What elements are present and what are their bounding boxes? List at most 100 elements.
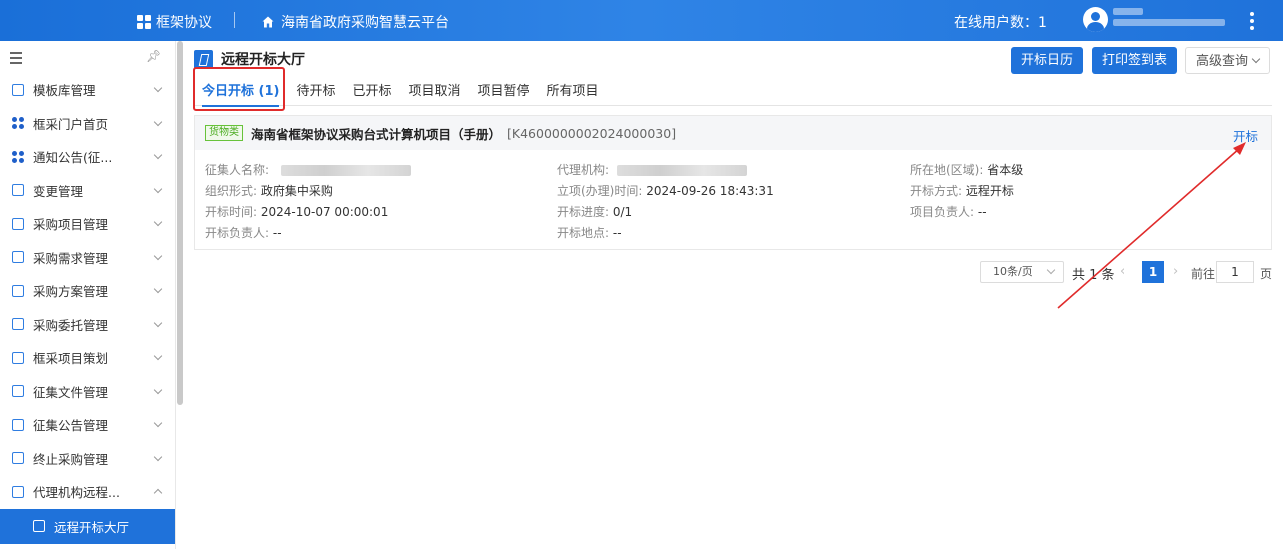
field-progress: 开标进度: 0/1 bbox=[557, 203, 632, 220]
tab[interactable]: 已开标 bbox=[344, 79, 399, 106]
open-bid-link[interactable]: 开标 bbox=[1233, 126, 1258, 145]
brand[interactable]: 框架协议 bbox=[137, 12, 212, 32]
next-page-icon[interactable]: › bbox=[1173, 264, 1178, 279]
project-card-header: 货物类 海南省框架协议采购台式计算机项目（手册） [K4600000002024… bbox=[195, 116, 1271, 150]
chevron-down-icon[interactable] bbox=[153, 150, 163, 160]
hall-icon bbox=[33, 520, 45, 532]
chevron-down-icon[interactable] bbox=[153, 184, 163, 193]
sidebar-item[interactable]: 采购需求管理 bbox=[0, 241, 175, 275]
sidebar-item[interactable]: 通知公告(征... bbox=[0, 140, 175, 174]
sidebar-item-label: 采购需求管理 bbox=[33, 250, 109, 266]
chevron-down-icon[interactable] bbox=[153, 284, 163, 294]
top-bar: 框架协议 海南省政府采购智慧云平台 在线用户数：1 bbox=[0, 0, 1283, 41]
sidebar-item-label: 框采项目策划 bbox=[33, 351, 109, 367]
field-label: 开标地点: bbox=[557, 226, 610, 240]
sidebar-item[interactable]: 征集公告管理 bbox=[0, 408, 175, 442]
goto-label: 前往 bbox=[1191, 267, 1216, 281]
doc-icon bbox=[12, 284, 24, 297]
platform-title[interactable]: 海南省政府采购智慧云平台 bbox=[262, 12, 449, 32]
sidebar-item[interactable]: 征集文件管理 bbox=[0, 375, 175, 409]
sidebar-scrollbar[interactable] bbox=[177, 41, 183, 405]
redacted-value bbox=[280, 165, 411, 176]
tab[interactable]: 所有项目 bbox=[539, 79, 607, 106]
user-name-redacted[interactable] bbox=[1113, 8, 1228, 32]
goto-page-input[interactable]: 1 bbox=[1216, 261, 1254, 283]
user-avatar[interactable] bbox=[1083, 7, 1108, 32]
dots-icon bbox=[12, 150, 24, 163]
doc-icon bbox=[12, 318, 24, 331]
sidebar-item-label: 采购委托管理 bbox=[33, 317, 109, 333]
chevron-up-icon[interactable] bbox=[153, 488, 163, 498]
page-title-icon bbox=[194, 49, 213, 69]
sidebar-item-remote-opening-hall[interactable]: 远程开标大厅 bbox=[0, 508, 175, 544]
page-number-current[interactable]: 1 bbox=[1142, 261, 1164, 283]
prev-page-icon[interactable]: ‹ bbox=[1120, 264, 1125, 279]
field-label: 项目负责人: bbox=[910, 205, 975, 219]
main-content: 远程开标大厅 开标日历 打印签到表 高级查询 今日开标 (1) 待开标 已开标 项目取… bbox=[186, 41, 1283, 549]
field-value: 0/1 bbox=[612, 205, 633, 219]
field-open-time: 开标时间: 2024-10-07 00:00:01 bbox=[205, 203, 388, 220]
field-setup-time: 立项(办理)时间: 2024-09-26 18:43:31 bbox=[557, 182, 774, 199]
category-tag: 货物类 bbox=[205, 125, 243, 141]
sidebar-item-label: 通知公告(征... bbox=[33, 150, 113, 166]
sidebar-item[interactable]: 框采门户首页 bbox=[0, 107, 175, 141]
change-icon bbox=[12, 184, 24, 197]
chevron-down-icon[interactable] bbox=[153, 351, 163, 361]
field-value: 2024-10-07 00:00:01 bbox=[260, 205, 389, 219]
field-agency: 代理机构: bbox=[557, 161, 747, 178]
tab[interactable]: 项目暂停 bbox=[470, 79, 538, 106]
sidebar-item-label: 征集文件管理 bbox=[33, 384, 109, 400]
sidebar-item[interactable]: 终止采购管理 bbox=[0, 442, 175, 476]
sidebar-item[interactable]: 采购方案管理 bbox=[0, 274, 175, 308]
advanced-search-label: 高级查询 bbox=[1196, 54, 1249, 69]
chevron-down-icon bbox=[1046, 265, 1056, 275]
chevron-down-icon[interactable] bbox=[153, 251, 163, 260]
pin-icon[interactable]: 📌︎ bbox=[146, 49, 161, 63]
sidebar-item[interactable]: 框采项目策划 bbox=[0, 341, 175, 375]
field-label: 组织形式: bbox=[205, 184, 258, 198]
sidebar-item-label: 采购方案管理 bbox=[33, 284, 109, 300]
field-project-leader: 项目负责人: -- bbox=[910, 203, 987, 220]
tab[interactable]: 今日开标 (1) bbox=[194, 79, 287, 107]
chevron-down-icon[interactable] bbox=[153, 318, 163, 327]
page-suffix: 页 bbox=[1260, 267, 1273, 281]
page-title: 远程开标大厅 bbox=[221, 52, 305, 68]
chevron-down-icon[interactable] bbox=[153, 217, 163, 227]
brand-label: 框架协议 bbox=[156, 15, 212, 31]
sidebar-item[interactable]: 采购委托管理 bbox=[0, 308, 175, 342]
doc-icon bbox=[12, 418, 24, 431]
sidebar-item-label: 模板库管理 bbox=[33, 83, 96, 99]
sidebar-item[interactable]: 变更管理 bbox=[0, 174, 175, 208]
field-open-leader: 开标负责人: -- bbox=[205, 224, 282, 241]
project-name: 海南省框架协议采购台式计算机项目（手册） bbox=[251, 126, 502, 142]
tab[interactable]: 项目取消 bbox=[401, 79, 469, 106]
chevron-down-icon[interactable] bbox=[153, 452, 163, 461]
field-value: 2024-09-26 18:43:31 bbox=[646, 184, 774, 198]
chevron-down-icon[interactable] bbox=[153, 83, 163, 93]
sidebar-item[interactable]: 模板库管理 bbox=[0, 73, 175, 107]
page-size-select[interactable]: 10条/页 bbox=[980, 261, 1064, 283]
chevron-down-icon[interactable] bbox=[153, 117, 163, 126]
field-region: 所在地(区域): 省本级 bbox=[910, 161, 1023, 178]
menu-toggle-icon[interactable] bbox=[10, 52, 22, 67]
sidebar-item-label: 框采门户首页 bbox=[33, 116, 109, 132]
field-label: 立项(办理)时间: bbox=[557, 184, 643, 198]
apps-grid-icon bbox=[137, 15, 151, 29]
calendar-button[interactable]: 开标日历 bbox=[1011, 47, 1084, 74]
tab[interactable]: 待开标 bbox=[288, 79, 343, 106]
more-menu-icon[interactable] bbox=[1250, 12, 1254, 30]
page-header: 远程开标大厅 bbox=[194, 49, 305, 69]
chevron-down-icon[interactable] bbox=[153, 418, 163, 428]
sidebar-item[interactable]: 代理机构远程... bbox=[0, 475, 175, 509]
dots-icon bbox=[12, 117, 24, 130]
home-icon bbox=[262, 16, 274, 28]
print-signin-button[interactable]: 打印签到表 bbox=[1092, 47, 1178, 74]
folder-icon bbox=[12, 217, 24, 230]
sidebar-item-label: 采购项目管理 bbox=[33, 217, 109, 233]
field-label: 开标负责人: bbox=[205, 226, 270, 240]
advanced-search-button[interactable]: 高级查询 bbox=[1185, 47, 1271, 74]
chevron-down-icon bbox=[1251, 54, 1261, 64]
chevron-down-icon[interactable] bbox=[153, 385, 163, 394]
sidebar-item[interactable]: 采购项目管理 bbox=[0, 207, 175, 241]
project-card: 货物类 海南省框架协议采购台式计算机项目（手册） [K4600000002024… bbox=[194, 115, 1272, 250]
